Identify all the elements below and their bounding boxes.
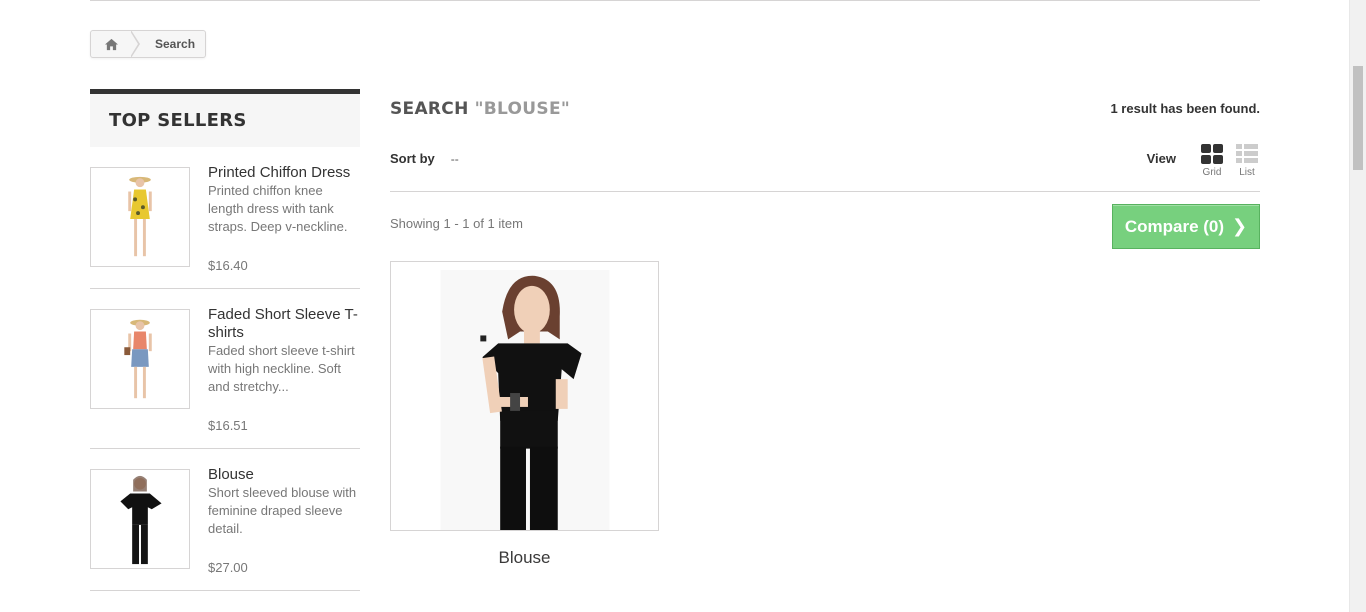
view-grid-label: Grid	[1202, 167, 1222, 178]
sort-label: Sort by	[390, 151, 435, 166]
top-seller-item: Printed Chiffon Dress Printed chiffon kn…	[90, 147, 360, 289]
scrollbar-thumb[interactable]	[1353, 66, 1363, 170]
search-query: "BLOUSE"	[474, 99, 571, 119]
top-sellers-title[interactable]: TOP SELLERS	[90, 89, 360, 147]
product-card: Blouse	[390, 261, 659, 568]
top-seller-description: Short sleeved blouse with feminine drape…	[208, 485, 357, 536]
breadcrumb-current: Search	[155, 37, 196, 51]
scrollbar[interactable]	[1349, 0, 1366, 612]
sort-select[interactable]: --	[451, 152, 459, 166]
top-seller-name[interactable]: Blouse	[208, 466, 360, 484]
top-seller-price: $16.40	[208, 258, 248, 273]
sort-control: Sort by --	[390, 151, 459, 166]
breadcrumb: Search	[90, 30, 207, 58]
product-thumbnail[interactable]	[90, 167, 190, 267]
pagination-summary: Showing 1 - 1 of 1 item	[390, 216, 523, 231]
top-seller-name[interactable]: Printed Chiffon Dress	[208, 164, 360, 182]
breadcrumb-home[interactable]	[91, 30, 140, 58]
top-sellers-block: TOP SELLERS Printed Chiffon Dress Printe…	[90, 89, 360, 591]
breadcrumb-separator	[130, 30, 140, 58]
page-title-label: SEARCH	[390, 99, 469, 119]
view-list-button[interactable]: List	[1234, 143, 1260, 178]
product-name[interactable]: Blouse	[390, 548, 659, 568]
list-icon	[1236, 144, 1258, 163]
view-toggle: View Grid List	[1147, 143, 1260, 178]
page-title: SEARCH "BLOUSE"	[390, 99, 570, 119]
toolbar-divider	[390, 191, 1260, 192]
product-image[interactable]	[390, 261, 659, 531]
top-seller-price: $27.00	[208, 560, 248, 575]
result-count: 1 result has been found.	[1110, 101, 1260, 116]
top-seller-item: Blouse Short sleeved blouse with feminin…	[90, 449, 360, 591]
top-seller-price: $16.51	[208, 418, 248, 433]
compare-button[interactable]: Compare (0) ❯	[1112, 204, 1260, 249]
chevron-right-icon: ❯	[1232, 216, 1248, 236]
top-seller-item: Faded Short Sleeve T-shirts Faded short …	[90, 289, 360, 449]
product-thumbnail[interactable]	[90, 309, 190, 409]
home-icon	[104, 38, 118, 50]
view-label: View	[1146, 151, 1176, 166]
top-seller-description: Faded short sleeve t-shirt with high nec…	[208, 343, 355, 394]
grid-icon	[1201, 144, 1223, 164]
top-seller-description: Printed chiffon knee length dress with t…	[208, 183, 348, 234]
view-grid-button[interactable]: Grid	[1199, 143, 1225, 178]
top-divider	[90, 0, 1260, 1]
compare-label: Compare (0)	[1124, 216, 1225, 236]
product-thumbnail[interactable]	[90, 469, 190, 569]
view-list-label: List	[1239, 167, 1255, 178]
top-seller-name[interactable]: Faded Short Sleeve T-shirts	[208, 306, 360, 342]
